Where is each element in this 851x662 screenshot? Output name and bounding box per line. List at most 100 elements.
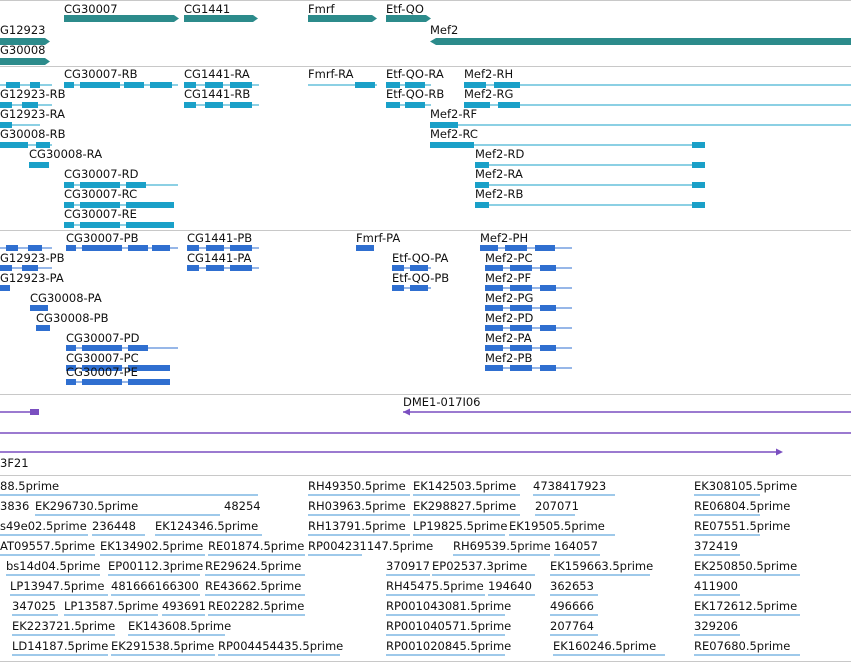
est-feature[interactable]: EK298827.5prime <box>413 499 520 516</box>
est-feature[interactable]: RH45475.5prime <box>386 579 485 596</box>
transcript-feature[interactable]: CG1441-RB <box>184 87 259 108</box>
est-feature[interactable]: 194640 <box>488 579 535 596</box>
est-feature[interactable]: 164057 <box>554 539 600 556</box>
transcript-feature[interactable]: G12923-RB <box>0 87 66 108</box>
est-feature[interactable]: RH03963.5prime <box>308 499 410 516</box>
est-feature[interactable]: RE07551.5prime <box>694 519 790 536</box>
protein-feature[interactable]: Mef2-PH <box>480 231 572 251</box>
est-feature[interactable]: EK308105.5prime <box>694 479 797 496</box>
clone-feature[interactable]: 3F21 <box>0 448 783 471</box>
transcript-feature[interactable]: CG30007-RD <box>64 167 178 188</box>
transcript-feature[interactable]: CG1441-RA <box>184 67 259 88</box>
gene-feature[interactable]: CG1441 <box>184 2 258 22</box>
est-feature[interactable]: RH49350.5prime <box>308 479 410 496</box>
clone-feature[interactable]: DME1-017I06 <box>403 395 851 416</box>
est-feature[interactable]: 362653 <box>550 579 598 596</box>
est-feature[interactable]: RP004231147.5prime <box>308 539 433 556</box>
clone-feature[interactable] <box>0 409 39 415</box>
transcript-feature[interactable]: Etf-QO-RB <box>386 87 444 108</box>
protein-feature[interactable]: CG30008-PB <box>36 311 109 331</box>
protein-feature[interactable]: Etf-QO-PB <box>392 271 449 291</box>
est-feature[interactable]: 370917 <box>386 559 430 576</box>
est-feature[interactable]: EK142503.5prime <box>413 479 520 496</box>
gene-feature[interactable]: Mef2 <box>430 23 851 45</box>
est-feature[interactable]: RE01874.5prime <box>208 539 305 556</box>
est-feature[interactable]: 411900 <box>694 579 740 596</box>
est-feature[interactable]: 329206 <box>694 619 740 636</box>
est-feature[interactable]: EK172612.5prime <box>694 599 800 616</box>
est-feature[interactable]: 372419 <box>694 539 740 556</box>
est-feature[interactable]: EK159663.5prime <box>550 559 653 576</box>
est-feature[interactable]: 207764 <box>550 619 598 636</box>
est-feature[interactable]: AT09557.5prime <box>0 539 95 556</box>
est-feature[interactable]: EK160246.5prime <box>553 639 665 656</box>
est-feature[interactable]: EK223721.5prime <box>12 619 115 636</box>
est-feature[interactable]: bs14d04.5prime <box>6 559 100 576</box>
protein-feature[interactable]: G12923-PA <box>0 271 64 291</box>
est-feature[interactable]: LP13587.5prime <box>64 599 158 616</box>
est-feature[interactable]: RP001020845.5prime <box>386 639 511 656</box>
transcript-feature[interactable]: CG30007-RC <box>64 187 174 208</box>
est-feature[interactable]: 4738417923 <box>533 479 615 496</box>
est-feature[interactable]: EP00112.3prime <box>108 559 203 576</box>
est-feature[interactable]: 493691 <box>162 599 206 616</box>
protein-feature[interactable]: G12923-PB <box>0 251 65 271</box>
gene-feature[interactable]: G12923 <box>0 23 50 45</box>
transcript-feature[interactable]: CG30007-RE <box>64 207 174 228</box>
transcript-feature[interactable]: Fmrf-RA <box>308 67 377 88</box>
transcript-feature[interactable]: CG30008-RA <box>29 147 102 168</box>
est-feature[interactable]: EK143608.5prime <box>128 619 231 636</box>
protein-feature[interactable]: Mef2-PC <box>485 251 572 271</box>
est-feature[interactable]: RH13791.5prime <box>308 519 410 536</box>
gene-feature[interactable]: CG30007 <box>64 2 179 22</box>
est-feature[interactable]: RE29624.5prime <box>205 559 305 576</box>
protein-feature[interactable]: Mef2-PA <box>485 331 572 351</box>
transcript-feature[interactable]: G12923-RA <box>0 107 65 128</box>
transcript-feature[interactable]: Mef2-RA <box>475 167 705 188</box>
transcript-feature[interactable]: G30008-RB <box>0 127 66 148</box>
est-feature[interactable]: RP001043081.5prime <box>386 599 511 616</box>
est-feature[interactable]: EK19505.5prime <box>509 519 615 536</box>
est-feature[interactable]: EK134902.5prime <box>100 539 205 556</box>
transcript-feature[interactable]: Mef2-RD <box>475 147 705 168</box>
protein-feature[interactable]: Mef2-PB <box>485 351 572 371</box>
transcript-feature[interactable]: Mef2-RF <box>430 107 851 128</box>
gene-feature[interactable]: Etf-QO <box>386 2 431 22</box>
protein-feature[interactable]: Mef2-PD <box>485 311 572 331</box>
est-feature[interactable]: RP004454435.5prime <box>218 639 343 656</box>
protein-feature[interactable]: Fmrf-PA <box>356 231 400 251</box>
est-feature[interactable]: 496666 <box>550 599 598 616</box>
gene-feature[interactable]: G30008 <box>0 43 50 65</box>
est-feature[interactable]: RE07680.5prime <box>694 639 800 656</box>
transcript-feature[interactable]: Mef2-RG <box>464 87 851 108</box>
est-feature[interactable]: EK250850.5prime <box>694 559 800 576</box>
est-feature[interactable]: LD14187.5prime <box>12 639 108 656</box>
est-feature[interactable]: RE06804.5prime <box>694 499 790 516</box>
protein-feature[interactable]: CG30008-PA <box>30 291 102 311</box>
est-feature[interactable]: 88.5prime <box>0 479 59 493</box>
est-feature[interactable]: 236448 <box>92 519 145 536</box>
transcript-feature[interactable]: Mef2-RB <box>475 187 705 208</box>
est-feature[interactable]: RP001040571.5prime <box>386 619 511 636</box>
transcript-feature[interactable]: Etf-QO-RA <box>386 67 444 88</box>
est-feature[interactable]: s49e02.5prime <box>0 519 88 536</box>
est-feature[interactable]: EP02537.3prime <box>432 559 535 576</box>
protein-feature[interactable]: Mef2-PF <box>485 271 572 291</box>
protein-feature[interactable]: CG1441-PB <box>187 231 259 251</box>
protein-feature[interactable]: CG30007-PD <box>66 331 178 351</box>
est-feature[interactable]: EK296730.5prime <box>35 499 220 516</box>
est-feature[interactable]: 347025 <box>12 599 58 616</box>
est-feature[interactable]: RH69539.5prime <box>453 539 551 556</box>
transcript-feature[interactable]: Mef2-RH <box>464 67 851 88</box>
protein-feature[interactable]: Etf-QO-PA <box>392 251 449 271</box>
est-feature[interactable]: EK124346.5prime <box>155 519 262 536</box>
est-feature[interactable]: 48254 <box>224 499 261 513</box>
est-feature[interactable]: LP13947.5prime <box>10 579 108 596</box>
transcript-feature[interactable]: Mef2-RC <box>430 127 705 148</box>
protein-feature[interactable]: CG1441-PA <box>187 251 259 271</box>
gene-feature[interactable]: Fmrf <box>308 2 377 22</box>
transcript-feature[interactable]: CG30007-RB <box>64 67 178 88</box>
est-feature[interactable]: 207071 <box>535 499 579 516</box>
est-feature[interactable]: 481666166300 <box>111 579 200 596</box>
est-feature[interactable]: RE43662.5prime <box>205 579 305 596</box>
